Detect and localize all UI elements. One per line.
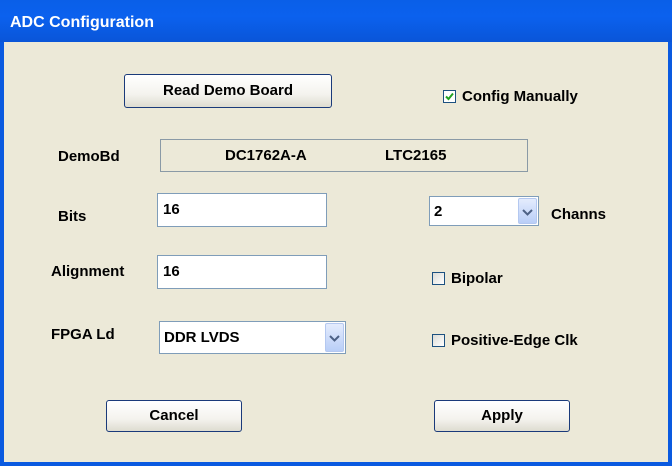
chevron-down-icon: [329, 335, 340, 342]
checkmark-icon: [445, 92, 454, 101]
read-demo-board-button[interactable]: Read Demo Board: [124, 74, 332, 108]
bipolar-checkbox[interactable]: [432, 272, 445, 285]
channels-value: 2: [434, 203, 443, 220]
bits-input[interactable]: 16: [157, 193, 327, 227]
window-title: ADC Configuration: [10, 14, 154, 31]
alignment-input[interactable]: 16: [157, 255, 327, 289]
apply-button[interactable]: Apply: [434, 400, 570, 432]
demo-board-part: LTC2165: [385, 147, 447, 164]
bipolar-label: Bipolar: [451, 270, 503, 287]
fpga-load-label: FPGA Ld: [51, 326, 115, 343]
cancel-button[interactable]: Cancel: [106, 400, 242, 432]
alignment-label: Alignment: [51, 263, 125, 280]
channels-label: Channs: [551, 206, 607, 223]
positive-edge-clk-checkbox[interactable]: [432, 334, 445, 347]
bits-label: Bits: [58, 208, 87, 225]
adc-configuration-window: ADC Configuration Read Demo Board Config…: [0, 0, 672, 466]
demo-board-id: DC1762A-A: [225, 147, 307, 164]
chevron-down-icon: [522, 209, 533, 216]
fpga-load-dropdown[interactable]: DDR LVDS: [159, 321, 346, 354]
fpga-load-value: DDR LVDS: [164, 329, 240, 346]
positive-edge-clk-label: Positive-Edge Clk: [451, 332, 578, 349]
channels-dropdown-arrow[interactable]: [518, 198, 537, 224]
config-manually-label: Config Manually: [462, 88, 578, 105]
demo-board-label: DemoBd: [58, 148, 120, 165]
demo-board-display: DC1762A-A LTC2165: [160, 139, 528, 172]
config-manually-checkbox[interactable]: [443, 90, 456, 103]
title-bar[interactable]: ADC Configuration: [0, 0, 672, 42]
fpga-load-dropdown-arrow[interactable]: [325, 323, 344, 352]
dialog-body: Read Demo Board Config Manually DemoBd D…: [4, 42, 668, 462]
channels-dropdown[interactable]: 2: [429, 196, 539, 226]
